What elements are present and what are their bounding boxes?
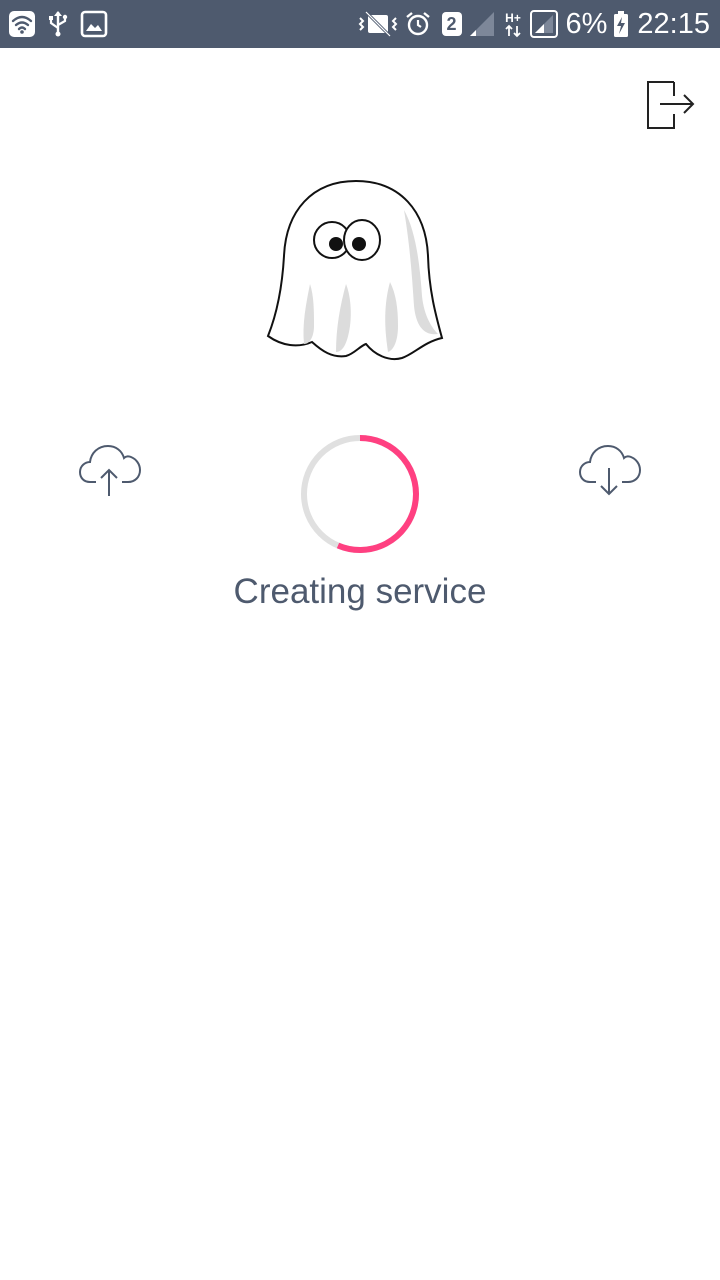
network-type-label: H+ <box>505 11 521 25</box>
alarm-icon <box>405 12 430 36</box>
battery-charging-icon <box>614 11 629 37</box>
status-bar: 2 H+ 6% 22:15 <box>0 0 720 48</box>
status-bar-right: 2 H+ 6% 22:15 <box>352 6 710 42</box>
vibrate-icon <box>358 10 397 38</box>
image-icon <box>80 10 108 38</box>
data-arrows-icon: H+ <box>505 11 521 38</box>
ghost-icon <box>266 179 444 360</box>
loading-spinner <box>301 435 419 553</box>
signal-icon <box>469 12 494 36</box>
status-bar-left <box>8 10 116 38</box>
wifi-icon <box>9 11 35 37</box>
cloud-download-icon[interactable] <box>578 442 642 498</box>
signal-icon <box>529 10 558 38</box>
usb-icon <box>49 11 68 37</box>
status-text: Creating service <box>233 572 487 611</box>
clock: 22:15 <box>637 8 710 40</box>
battery-percent: 6% <box>565 8 608 40</box>
sim-icon: 2 <box>441 12 462 36</box>
cloud-upload-icon[interactable] <box>78 442 142 498</box>
exit-icon[interactable] <box>644 78 696 130</box>
